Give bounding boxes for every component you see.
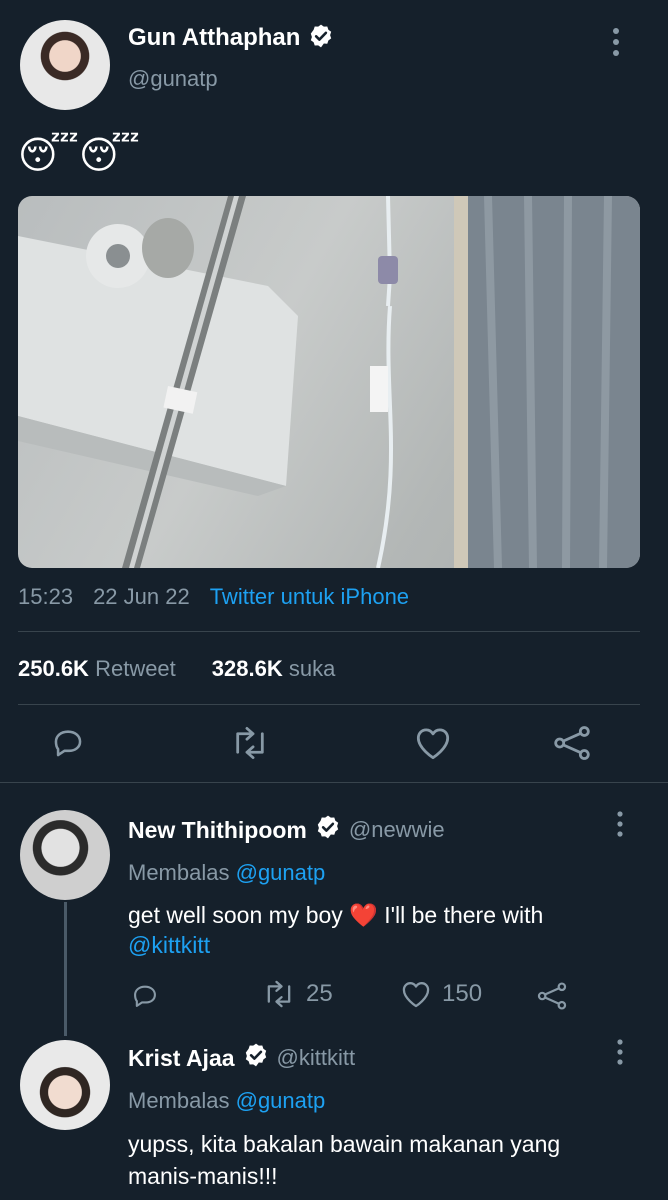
tweet-media-image[interactable] bbox=[18, 196, 640, 568]
tweet-meta-row: 15:23 22 Jun 22 Twitter untuk iPhone bbox=[18, 584, 409, 610]
reply-like-action[interactable]: 150 bbox=[400, 980, 482, 1008]
like-icon bbox=[400, 980, 432, 1008]
divider bbox=[18, 631, 640, 632]
reply-retweet-action[interactable]: 25 bbox=[262, 980, 333, 1008]
like-count: 328.6K bbox=[211, 656, 283, 681]
more-options-icon[interactable] bbox=[606, 26, 626, 58]
heart-emoji: ❤️ bbox=[349, 902, 378, 928]
author-name[interactable]: Gun Atthaphan bbox=[128, 24, 300, 52]
reply-icon[interactable] bbox=[130, 982, 160, 1010]
reply-header[interactable]: Krist Ajaa @kittkitt bbox=[128, 1042, 355, 1074]
replying-to-mention[interactable]: @gunatp bbox=[236, 860, 326, 885]
section-divider bbox=[0, 782, 668, 783]
replying-to: Membalas @gunatp bbox=[128, 860, 325, 886]
reply-author-handle[interactable]: @newwie bbox=[349, 817, 445, 843]
author-avatar[interactable] bbox=[20, 20, 110, 110]
replying-prefix: Membalas bbox=[128, 1088, 230, 1113]
replying-to-mention[interactable]: @gunatp bbox=[236, 1088, 326, 1113]
thread-connector bbox=[64, 902, 67, 1036]
retweet-icon[interactable] bbox=[230, 726, 270, 760]
reply-avatar[interactable] bbox=[20, 810, 110, 900]
more-options-icon[interactable] bbox=[612, 1038, 628, 1066]
reply-avatar[interactable] bbox=[20, 1040, 110, 1130]
author-name-row[interactable]: Gun Atthaphan bbox=[128, 22, 334, 54]
reply-icon[interactable] bbox=[50, 726, 86, 760]
reply-text-part: get well soon my boy bbox=[128, 902, 343, 928]
author-handle[interactable]: @gunatp bbox=[128, 66, 218, 92]
reply-text-line: manis-manis!!! bbox=[128, 1163, 278, 1189]
retweet-count: 250.6K bbox=[18, 656, 89, 681]
retweet-label: Retweet bbox=[95, 656, 176, 681]
verified-badge-icon bbox=[243, 1042, 269, 1074]
replying-prefix: Membalas bbox=[128, 860, 230, 885]
share-icon[interactable] bbox=[552, 726, 592, 760]
more-options-icon[interactable] bbox=[612, 810, 628, 838]
media-illustration bbox=[18, 196, 640, 568]
reply-like-count: 150 bbox=[442, 980, 483, 1007]
like-label: suka bbox=[288, 656, 336, 681]
share-icon[interactable] bbox=[536, 982, 568, 1010]
like-icon[interactable] bbox=[414, 726, 452, 760]
retweet-icon bbox=[262, 980, 296, 1008]
reply-text-part: I'll be there with bbox=[384, 902, 544, 928]
reply-author-handle[interactable]: @kittkitt bbox=[277, 1045, 356, 1071]
replying-to: Membalas @gunatp bbox=[128, 1088, 325, 1114]
divider bbox=[18, 704, 640, 705]
reply-text-line: yupss, kita bakalan bawain makanan yang bbox=[128, 1131, 561, 1157]
reply-retweet-count: 25 bbox=[306, 980, 333, 1007]
retweet-stat[interactable]: 250.6K Retweet bbox=[18, 656, 176, 682]
reply-author-name[interactable]: New Thithipoom bbox=[128, 817, 307, 844]
tweet-text: 😴😴 bbox=[18, 135, 140, 177]
like-stat[interactable]: 328.6K suka bbox=[212, 656, 336, 682]
reply-author-name[interactable]: Krist Ajaa bbox=[128, 1045, 235, 1072]
verified-badge-icon bbox=[315, 814, 341, 846]
tweet-date: 22 Jun 22 bbox=[93, 584, 190, 609]
tweet-stats-row: 250.6K Retweet 328.6K suka bbox=[18, 656, 335, 682]
reply-text: get well soon my boy ❤️ I'll be there wi… bbox=[128, 900, 618, 960]
reply-text: yupss, kita bakalan bawain makanan yang … bbox=[128, 1128, 638, 1192]
tweet-time: 15:23 bbox=[18, 584, 74, 609]
verified-badge-icon bbox=[308, 23, 334, 54]
reply-mention[interactable]: @kittkitt bbox=[128, 932, 210, 958]
tweet-source-link[interactable]: Twitter untuk iPhone bbox=[210, 584, 409, 610]
reply-header[interactable]: New Thithipoom @newwie bbox=[128, 814, 445, 846]
